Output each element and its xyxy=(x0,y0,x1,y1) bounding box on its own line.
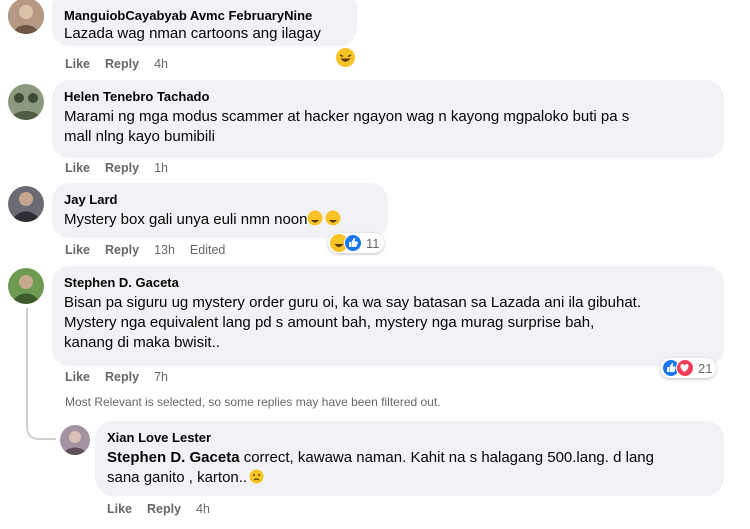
edited-label[interactable]: Edited xyxy=(190,243,225,257)
reaction-summary[interactable]: 21 xyxy=(660,358,717,378)
reply-button[interactable]: Reply xyxy=(105,243,139,257)
avatar[interactable] xyxy=(8,268,44,304)
comment-time[interactable]: 13h xyxy=(154,243,175,257)
comment-bubble: Helen Tenebro Tachado Marami ng mga modu… xyxy=(52,80,724,158)
avatar[interactable] xyxy=(8,0,44,34)
avatar[interactable] xyxy=(60,425,90,455)
comment-time[interactable]: 1h xyxy=(154,161,168,175)
comment-text-line: Bisan pa siguru ug mystery order guru oi… xyxy=(64,294,642,311)
filter-note: Most Relevant is selected, so some repli… xyxy=(65,395,441,409)
reply-time[interactable]: 4h xyxy=(196,502,210,516)
reply-text-line: sana ganito , karton.. xyxy=(107,468,712,490)
comment-text-line: kanang di maka bwisit.. xyxy=(64,334,220,351)
avatar[interactable] xyxy=(8,84,44,120)
haha-emoji-icon xyxy=(307,210,343,232)
like-reaction-icon xyxy=(344,234,362,252)
reaction-count: 11 xyxy=(366,235,380,251)
comment-text-line: mall nlng kayo bumibili xyxy=(64,128,215,145)
comment-bubble: ManguiobCayabyab Avmc FebruaryNine Lazad… xyxy=(52,0,357,46)
avatar-image-icon xyxy=(8,84,44,120)
comment-text: Mystery box gali unya euli nmn noon xyxy=(64,210,376,232)
reply-text-rest: correct, kawawa naman. Kahit na s halaga… xyxy=(239,449,654,466)
like-button[interactable]: Like xyxy=(65,57,90,71)
reply-bubble: Xian Love Lester Stephen D. Gaceta corre… xyxy=(95,421,724,496)
reply-author[interactable]: Xian Love Lester xyxy=(107,429,712,446)
reply-button[interactable]: Reply xyxy=(105,57,139,71)
comment-author[interactable]: ManguiobCayabyab Avmc FebruaryNine xyxy=(64,7,345,24)
haha-emoji-icon xyxy=(336,48,355,67)
comment-actions: Like Reply 7h xyxy=(65,370,183,384)
reply-button[interactable]: Reply xyxy=(105,161,139,175)
comment-author[interactable]: Jay Lard xyxy=(64,191,376,208)
comment-text-line: Mystery nga equivalent lang pd s amount … xyxy=(64,314,595,331)
avatar-image-icon xyxy=(60,425,90,455)
reply-actions: Like Reply 4h xyxy=(107,502,225,516)
reply-button[interactable]: Reply xyxy=(147,502,181,516)
thread-line xyxy=(26,308,28,408)
comment-author[interactable]: Stephen D. Gaceta xyxy=(64,274,712,291)
comment-actions: Like Reply 13h Edited xyxy=(65,243,240,257)
reaction-count: 21 xyxy=(698,360,713,376)
thread-curve xyxy=(26,405,56,440)
like-button[interactable]: Like xyxy=(65,370,90,384)
avatar-image-icon xyxy=(8,268,44,304)
comment-actions: Like Reply 4h xyxy=(65,57,183,71)
comment-bubble: Jay Lard Mystery box gali unya euli nmn … xyxy=(52,183,388,238)
reply-text-line: Stephen D. Gaceta correct, kawawa naman.… xyxy=(107,448,712,468)
comment-time[interactable]: 4h xyxy=(154,57,168,71)
reply-text-body: sana ganito , karton.. xyxy=(107,469,248,486)
comment-bubble: Stephen D. Gaceta Bisan pa siguru ug mys… xyxy=(52,266,724,366)
reaction-summary[interactable]: 11 xyxy=(328,233,384,253)
comment-time[interactable]: 7h xyxy=(154,370,168,384)
like-button[interactable]: Like xyxy=(107,502,132,516)
comment-author[interactable]: Helen Tenebro Tachado xyxy=(64,88,712,105)
love-reaction-icon xyxy=(676,359,694,377)
mention-link[interactable]: Stephen D. Gaceta xyxy=(107,449,240,466)
comment-text-body: Mystery box gali unya euli nmn noon xyxy=(64,211,308,228)
sad-emoji-icon xyxy=(249,469,264,490)
like-button[interactable]: Like xyxy=(65,161,90,175)
avatar[interactable] xyxy=(8,186,44,222)
avatar-image-icon xyxy=(8,186,44,222)
comment-actions: Like Reply 1h xyxy=(65,161,183,175)
reply-button[interactable]: Reply xyxy=(105,370,139,384)
comment-text: Lazada wag nman cartoons ang ilagay xyxy=(64,25,321,42)
comment-text-line: Marami ng mga modus scammer at hacker ng… xyxy=(64,108,630,125)
like-button[interactable]: Like xyxy=(65,243,90,257)
avatar-image-icon xyxy=(8,0,44,34)
